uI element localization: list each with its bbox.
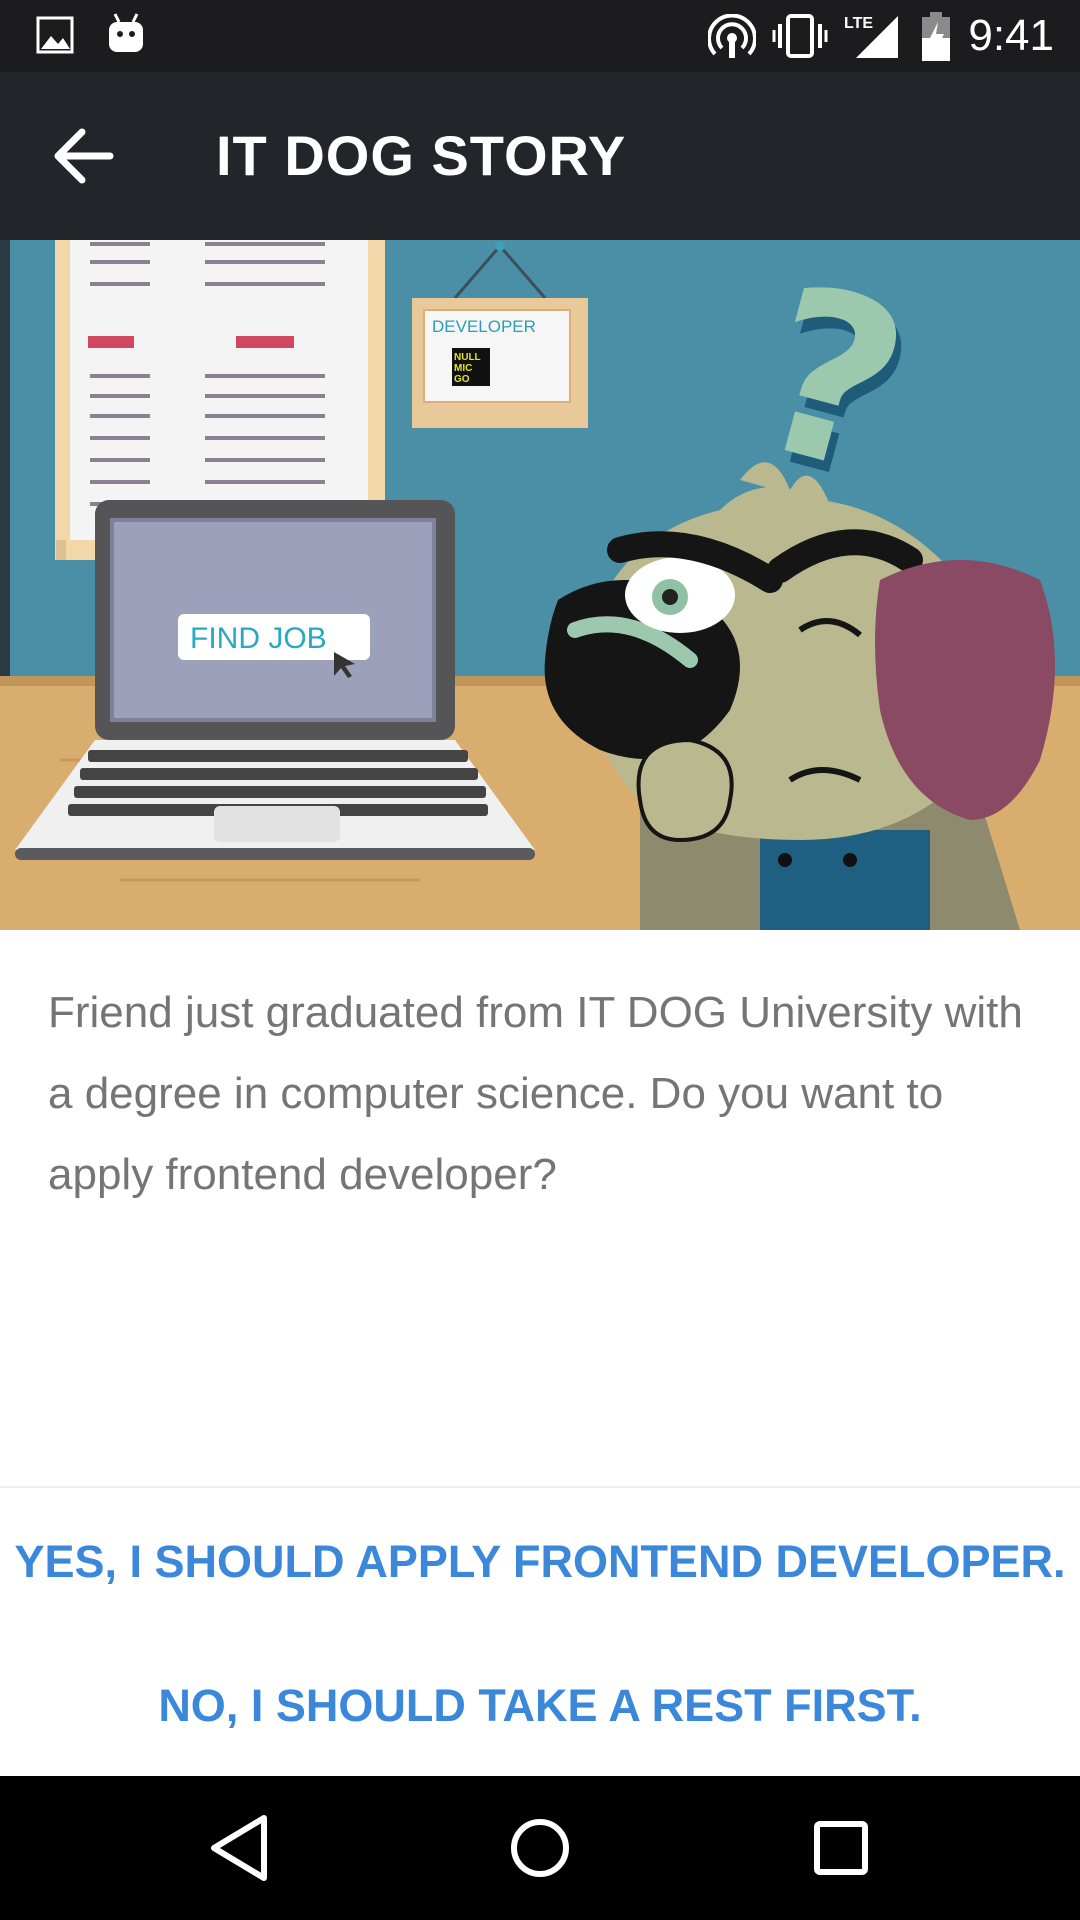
hotspot-icon [707,13,757,65]
badge-line-3: GO [454,374,470,385]
nav-recents-button[interactable] [790,1812,890,1884]
image-icon [36,16,74,59]
page-title: IT DOG STORY [216,124,627,187]
status-time: 9:41 [968,11,1054,60]
back-button[interactable] [40,116,130,196]
nav-back-button[interactable] [190,1812,290,1884]
sign-text: DEVELOPER [432,317,536,336]
status-bar: LTE 9:41 [0,0,1080,72]
story-illustration: DEVELOPER NULL MIC GO ? ? FIND JOB [0,240,1080,930]
arrow-back-icon [54,128,114,184]
badge-line-2: MIC [454,363,472,374]
nav-recents-icon [814,1821,868,1875]
lte-label: LTE [844,15,873,32]
badge-line-1: NULL [454,352,481,363]
find-job-text: FIND JOB [190,622,327,655]
nav-home-button[interactable] [490,1812,590,1884]
divider [0,1486,1080,1488]
app-bar: IT DOG STORY [0,72,1080,240]
nav-back-icon [211,1815,267,1881]
battery-icon [920,12,952,67]
android-icon [106,12,146,61]
story-text: Friend just graduated from IT DOG Univer… [48,988,1023,1199]
vibrate-icon [772,12,828,65]
choice-no-button[interactable]: NO, I SHOULD TAKE A REST FIRST. [0,1676,1080,1736]
signal-icon: LTE [844,12,900,65]
choice-yes-button[interactable]: YES, I SHOULD APPLY FRONTEND DEVELOPER. [0,1532,1080,1592]
navigation-bar [0,1776,1080,1920]
nav-home-icon [511,1819,569,1877]
